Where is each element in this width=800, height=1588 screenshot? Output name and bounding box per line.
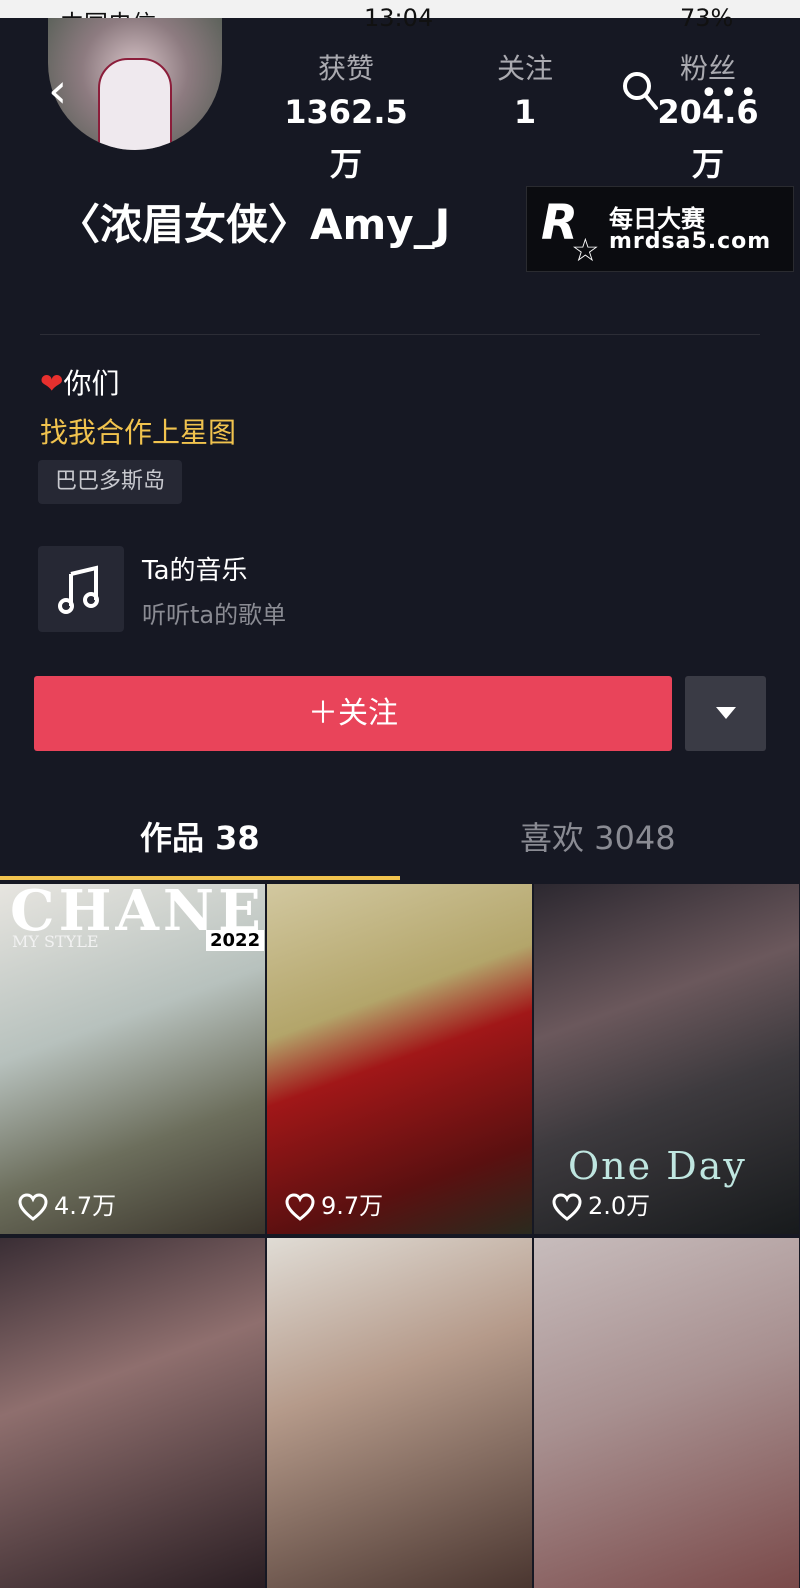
stat-following[interactable]: 关注 1 <box>470 52 580 138</box>
video-thumbnail[interactable]: One Day 2.0万 <box>534 884 799 1234</box>
music-title[interactable]: Ta的音乐 <box>142 552 248 590</box>
nickname: 〈浓眉女侠〉Amy_J <box>58 200 451 249</box>
heart-emoji-icon: ❤ <box>40 367 64 400</box>
video-thumbnail[interactable]: CHANEL MY STYLE 2022 4.7万 <box>0 884 265 1234</box>
music-subtitle: 听听ta的歌单 <box>142 601 287 629</box>
music-note-icon[interactable] <box>38 546 124 632</box>
tab-likes[interactable]: 喜欢 3048 <box>520 806 676 870</box>
video-thumbnail[interactable]: 9.7万 <box>267 884 532 1234</box>
location-tag[interactable]: 巴巴多斯岛 <box>38 460 182 504</box>
heart-icon <box>285 1193 315 1221</box>
follow-button[interactable]: ＋关注 <box>34 676 672 751</box>
like-count: 4.7万 <box>18 1188 116 1224</box>
divider <box>40 334 760 335</box>
profile-header: ‹ 获赞 1362.5万 关注 1 粉丝 204.6万 ••• <box>0 18 800 183</box>
like-count: 9.7万 <box>285 1188 383 1224</box>
stat-likes: 获赞 1362.5万 <box>284 52 408 183</box>
tab-indicator <box>0 876 400 880</box>
star-icon: ☆ <box>571 231 600 269</box>
stat-followers[interactable]: 粉丝 204.6万 <box>646 52 770 190</box>
watermark-site: mrdsa5.com <box>609 229 772 254</box>
bio-line-1: ❤你们 <box>40 367 120 400</box>
like-count: 2.0万 <box>552 1188 650 1224</box>
dropdown-button[interactable] <box>685 676 766 751</box>
bio-line-2: 找我合作上星图 <box>40 416 237 449</box>
watermark-logo: R ☆ 每日大赛 mrdsa5.com <box>526 186 794 272</box>
video-thumbnail[interactable] <box>534 1238 799 1588</box>
caret-down-icon <box>716 707 736 719</box>
back-icon[interactable]: ‹ <box>48 67 88 115</box>
more-icon[interactable]: ••• <box>700 79 759 109</box>
video-thumbnail[interactable] <box>0 1238 265 1588</box>
heart-icon <box>18 1193 48 1221</box>
heart-icon <box>552 1193 582 1221</box>
search-icon[interactable] <box>620 68 660 114</box>
video-thumbnail[interactable] <box>267 1238 532 1588</box>
tab-works[interactable]: 作品 38 <box>140 806 260 870</box>
